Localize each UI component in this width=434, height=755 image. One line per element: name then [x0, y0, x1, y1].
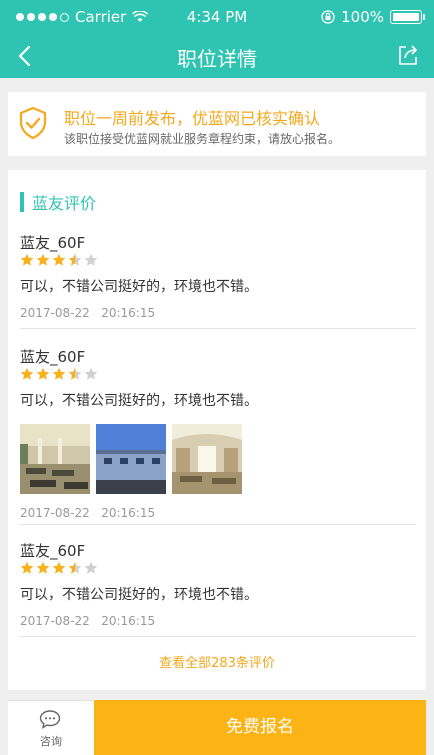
star-full-icon [36, 561, 50, 574]
review-text: 可以，不错公司挺好的，环境也不错。 [20, 587, 258, 603]
star-full-icon [52, 253, 66, 266]
review-text: 可以，不错公司挺好的，环境也不错。 [20, 279, 258, 295]
star-rating [20, 253, 416, 268]
divider [20, 524, 416, 525]
review-timestamp: 2017-08-22 20:16:15 [20, 306, 156, 320]
star-full-icon [52, 561, 66, 574]
nav-bar: 职位详情 [0, 34, 434, 78]
review-photos [20, 424, 416, 494]
star-full-icon [20, 561, 34, 574]
reviews-section: 蓝友评价 蓝友_60F 可以，不错公司挺好的，环境也不错。 2017-08-22… [8, 170, 426, 690]
bottom-action-bar: 咨询 免费报名 [8, 700, 426, 755]
star-full-icon [52, 367, 66, 380]
review-text: 可以，不错公司挺好的，环境也不错。 [20, 393, 258, 409]
review-item: 蓝友_60F 可以，不错公司挺好的，环境也不错。 2017-08-22 20:1… [20, 232, 416, 320]
star-empty-icon [84, 367, 98, 380]
reviewer-name: 蓝友_60F [20, 542, 86, 560]
star-rating [20, 561, 416, 576]
review-timestamp: 2017-08-22 20:16:15 [20, 506, 156, 520]
section-title: 蓝友评价 [32, 194, 97, 213]
star-full-icon [36, 367, 50, 380]
consult-label: 咨询 [40, 735, 62, 748]
star-half-icon [68, 367, 82, 380]
status-bar: Carrier 4:34 PM 100% [0, 0, 434, 34]
verify-subtitle: 该职位接受优蓝网就业服务章程约束，请放心报名。 [64, 132, 341, 146]
chat-bubble-icon [39, 710, 61, 729]
orientation-lock-icon [321, 10, 335, 24]
star-full-icon [36, 253, 50, 266]
star-empty-icon [84, 253, 98, 266]
view-all-reviews-link[interactable]: 查看全部283条评价 [8, 652, 426, 671]
star-full-icon [20, 253, 34, 266]
apply-button[interactable]: 免费报名 [94, 700, 426, 755]
review-timestamp: 2017-08-22 20:16:15 [20, 614, 156, 628]
reviewer-name: 蓝友_60F [20, 348, 86, 366]
section-header: 蓝友评价 [20, 192, 97, 213]
reviewer-name: 蓝友_60F [20, 234, 86, 252]
divider [20, 328, 416, 329]
share-icon[interactable] [396, 43, 420, 67]
star-empty-icon [84, 561, 98, 574]
canteen-photo[interactable] [20, 424, 90, 494]
factory-building-photo[interactable] [96, 424, 166, 494]
battery-icon [390, 10, 425, 24]
battery-percent: 100% [341, 8, 384, 26]
star-rating [20, 367, 416, 382]
star-half-icon [68, 561, 82, 574]
page-title: 职位详情 [177, 47, 257, 71]
verification-banner: 职位一周前发布，优蓝网已核实确认 该职位接受优蓝网就业服务章程约束，请放心报名。 [8, 92, 426, 156]
star-half-icon [68, 253, 82, 266]
office-interior-photo[interactable] [172, 424, 242, 494]
review-item: 蓝友_60F 可以，不错公司挺好的，环境也不错。 2017-08-22 20:1… [20, 346, 416, 520]
star-full-icon [20, 367, 34, 380]
consult-button[interactable]: 咨询 [8, 700, 94, 755]
divider [20, 636, 416, 637]
shield-check-icon [19, 106, 47, 140]
review-item: 蓝友_60F 可以，不错公司挺好的，环境也不错。 2017-08-22 20:1… [20, 540, 416, 628]
verify-title: 职位一周前发布，优蓝网已核实确认 [64, 109, 321, 128]
